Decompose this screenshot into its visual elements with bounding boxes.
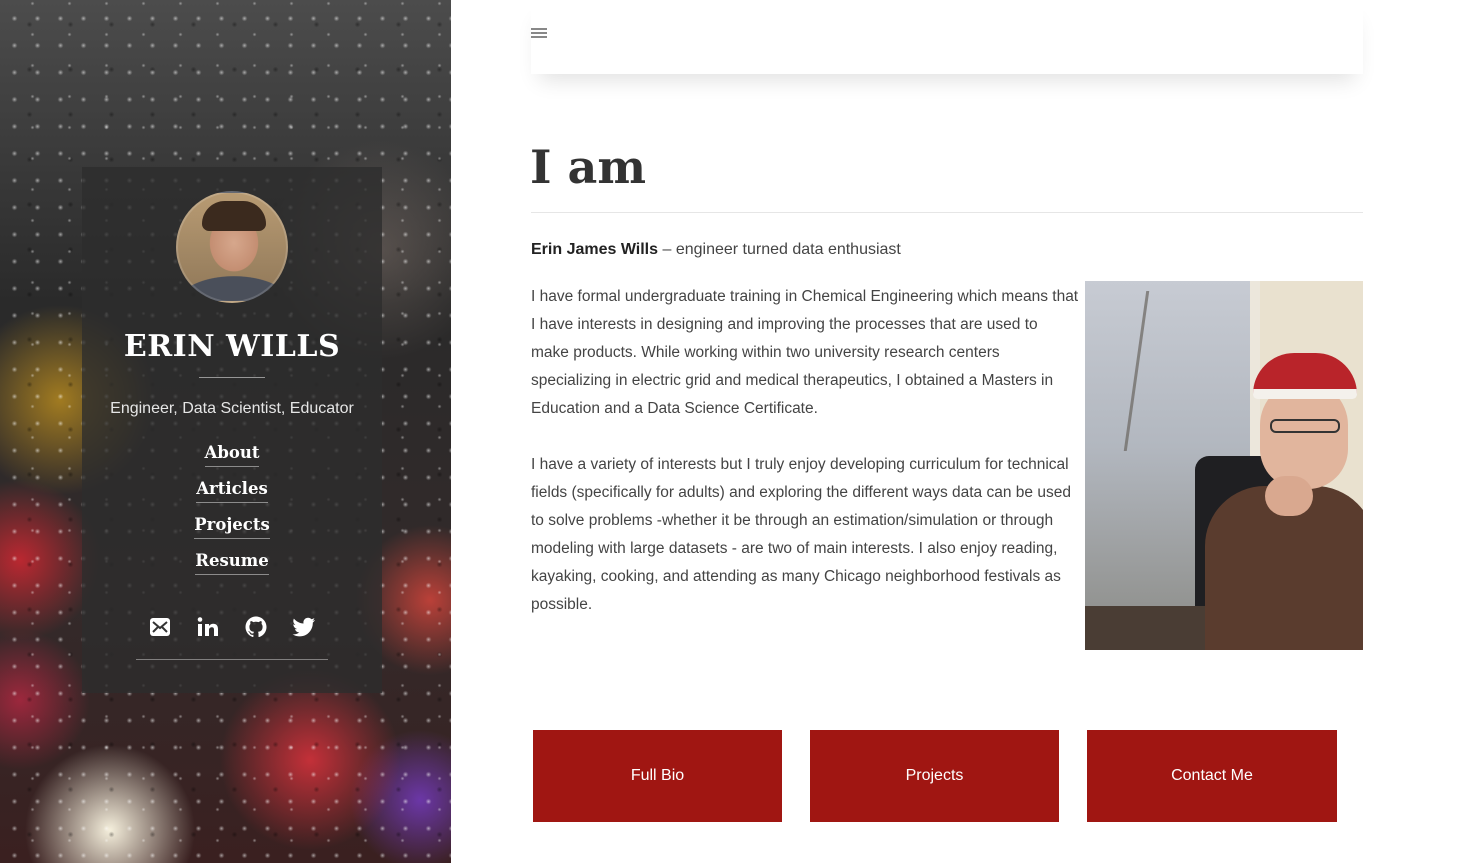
twitter-icon[interactable] bbox=[292, 615, 316, 639]
tagline: Engineer, Data Scientist, Educator bbox=[110, 400, 354, 417]
full-bio-button[interactable]: Full Bio bbox=[533, 730, 782, 822]
nav-item-label: About bbox=[204, 443, 260, 467]
divider bbox=[136, 659, 328, 660]
photo-hand bbox=[1265, 476, 1313, 516]
social-links bbox=[82, 615, 382, 639]
github-icon[interactable] bbox=[244, 615, 268, 639]
email-icon[interactable] bbox=[148, 615, 172, 639]
site-name[interactable]: ERIN WILLS bbox=[82, 329, 382, 364]
nav-item-articles[interactable]: Articles bbox=[82, 478, 382, 514]
hamburger-menu-icon[interactable] bbox=[531, 28, 547, 40]
page-title: I am bbox=[530, 140, 647, 194]
sidebar-nav: About Articles Projects Resume bbox=[82, 442, 382, 586]
intro-line: Erin James Wills – engineer turned data … bbox=[531, 241, 1131, 259]
photo-tree bbox=[1123, 291, 1257, 451]
bio-text: I have formal undergraduate training in … bbox=[531, 283, 1079, 647]
photo-glasses bbox=[1270, 419, 1340, 433]
top-bar bbox=[531, 0, 1363, 74]
avatar-hair bbox=[202, 201, 266, 231]
nav-item-label: Articles bbox=[196, 479, 268, 503]
sidebar: ERIN WILLS Engineer, Data Scientist, Edu… bbox=[0, 0, 451, 863]
avatar bbox=[176, 191, 288, 303]
intro-description: – engineer turned data enthusiast bbox=[658, 241, 901, 258]
nav-item-about[interactable]: About bbox=[82, 442, 382, 478]
bio-paragraph: I have a variety of interests but I trul… bbox=[531, 456, 1071, 613]
nav-item-projects[interactable]: Projects bbox=[82, 514, 382, 550]
divider bbox=[531, 212, 1363, 213]
contact-me-button[interactable]: Contact Me bbox=[1087, 730, 1337, 822]
nav-item-resume[interactable]: Resume bbox=[82, 550, 382, 586]
bio-paragraph: I have formal undergraduate training in … bbox=[531, 288, 1079, 417]
linkedin-icon[interactable] bbox=[196, 615, 220, 639]
nav-item-label: Resume bbox=[195, 551, 269, 575]
nav-item-label: Projects bbox=[194, 515, 270, 539]
intro-name: Erin James Wills bbox=[531, 241, 659, 258]
profile-card: ERIN WILLS Engineer, Data Scientist, Edu… bbox=[82, 167, 382, 693]
projects-button[interactable]: Projects bbox=[810, 730, 1059, 822]
divider bbox=[199, 377, 265, 378]
profile-photo bbox=[1085, 281, 1363, 650]
